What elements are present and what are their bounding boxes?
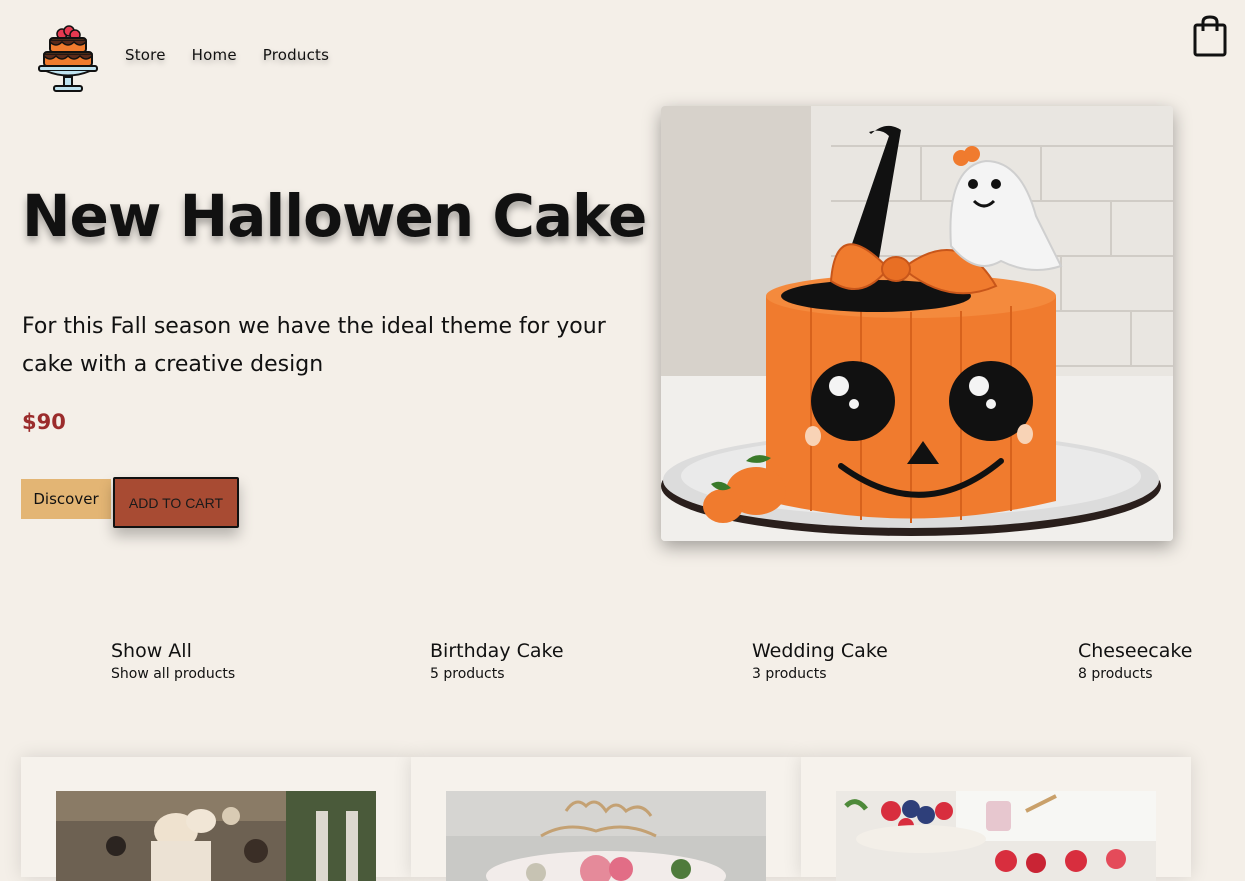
add-to-cart-button[interactable]: ADD TO CART <box>113 477 239 528</box>
discover-button[interactable]: Discover <box>21 479 111 519</box>
product-image-wedding <box>56 791 376 881</box>
site-header: Store Home Products <box>0 0 1245 100</box>
category-show-all[interactable]: Show All Show all products <box>111 638 235 682</box>
category-count: 5 products <box>430 666 505 682</box>
nav-link-store[interactable]: Store <box>125 46 166 64</box>
category-count: 8 products <box>1078 666 1153 682</box>
cake-logo-icon[interactable] <box>36 24 100 94</box>
category-name: Show All <box>111 640 192 662</box>
product-card[interactable] <box>801 757 1191 881</box>
category-count: Show all products <box>111 666 236 682</box>
product-card[interactable] <box>21 757 411 881</box>
main-nav: Store Home Products <box>125 46 329 64</box>
category-cheesecake[interactable]: Cheseecake 8 products <box>1078 638 1192 682</box>
hero-price: $90 <box>22 410 66 434</box>
hero-description: For this Fall season we have the ideal t… <box>22 314 606 377</box>
nav-link-home[interactable]: Home <box>192 46 237 64</box>
product-image-birthday <box>446 791 766 881</box>
product-card[interactable] <box>411 757 801 881</box>
nav-link-products[interactable]: Products <box>263 46 329 64</box>
category-count: 3 products <box>752 666 827 682</box>
category-name: Birthday Cake <box>430 640 564 662</box>
category-birthday-cake[interactable]: Birthday Cake 5 products <box>430 638 564 682</box>
shopping-bag-icon[interactable] <box>1192 14 1228 58</box>
category-name: Cheseecake <box>1078 640 1193 662</box>
halloween-cake-image <box>661 106 1173 541</box>
product-image-cheesecake <box>836 791 1156 881</box>
category-wedding-cake[interactable]: Wedding Cake 3 products <box>752 638 888 682</box>
category-name: Wedding Cake <box>752 640 888 662</box>
hero-title: New Hallowen Cake <box>22 182 647 250</box>
